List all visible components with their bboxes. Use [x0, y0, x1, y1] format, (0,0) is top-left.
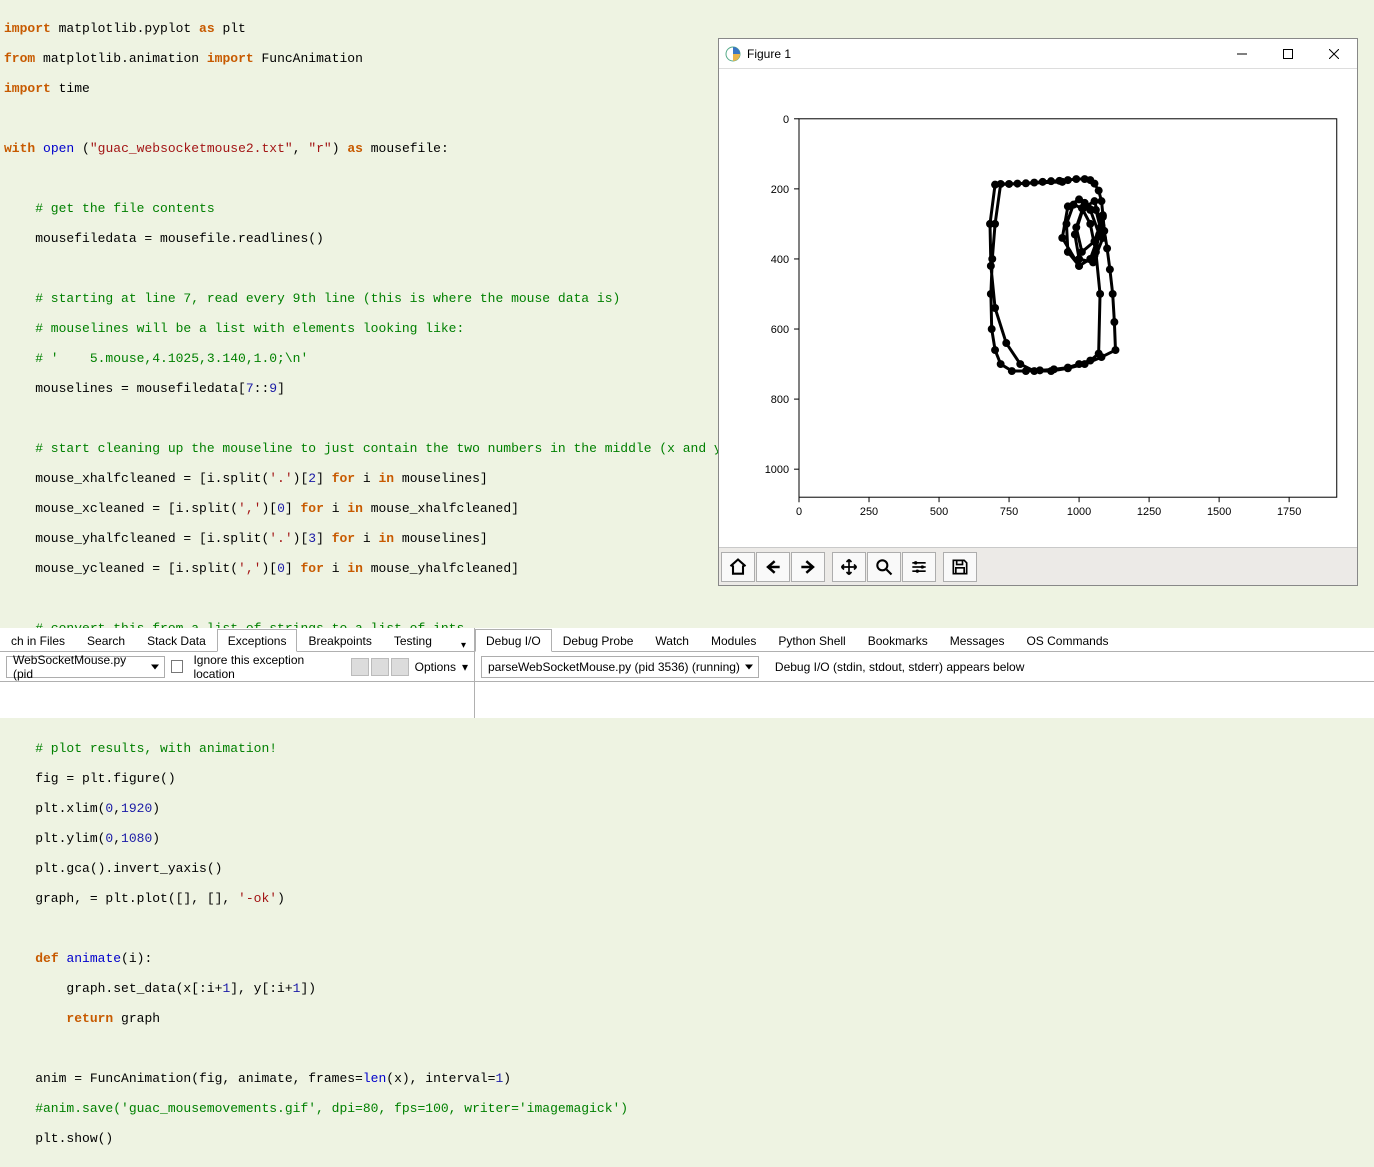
right-panel: Debug I/ODebug ProbeWatchModulesPython S…	[475, 628, 1374, 718]
exceptions-body[interactable]	[0, 682, 474, 718]
matplotlib-toolbar	[719, 547, 1357, 585]
traceback-nav-icons[interactable]	[351, 658, 409, 676]
tab-ch-in-files[interactable]: ch in Files	[0, 629, 76, 651]
figure-title: Figure 1	[747, 47, 791, 61]
figure-titlebar[interactable]: Figure 1	[719, 39, 1357, 69]
svg-text:1000: 1000	[1067, 506, 1091, 518]
left-panel: ch in FilesSearchStack DataExceptionsBre…	[0, 628, 475, 718]
chevron-down-icon[interactable]: ▾	[462, 660, 468, 674]
process-dropdown[interactable]: parseWebSocketMouse.py (pid 3536) (runni…	[481, 656, 759, 678]
exceptions-toolbar: WebSocketMouse.py (pid Ignore this excep…	[0, 652, 474, 682]
tab-watch[interactable]: Watch	[644, 629, 700, 651]
frame-icon[interactable]	[371, 658, 389, 676]
svg-text:400: 400	[771, 254, 789, 266]
maximize-button[interactable]	[1265, 39, 1311, 69]
tab-exceptions[interactable]: Exceptions	[217, 629, 298, 652]
svg-text:600: 600	[771, 324, 789, 336]
tab-python-shell[interactable]: Python Shell	[767, 629, 856, 651]
svg-text:500: 500	[930, 506, 948, 518]
figure-window[interactable]: Figure 1 0 250 500 750 1000 1250 1500 1750 0 200 4…	[718, 38, 1358, 586]
ignore-exception-checkbox[interactable]	[171, 660, 184, 673]
close-button[interactable]	[1311, 39, 1357, 69]
svg-text:1750: 1750	[1277, 506, 1301, 518]
svg-text:1500: 1500	[1207, 506, 1231, 518]
svg-text:200: 200	[771, 184, 789, 196]
svg-text:0: 0	[796, 506, 802, 518]
debugio-toolbar: parseWebSocketMouse.py (pid 3536) (runni…	[475, 652, 1374, 682]
process-dropdown[interactable]: WebSocketMouse.py (pid	[6, 656, 165, 678]
forward-button[interactable]	[791, 552, 825, 582]
ignore-exception-label: Ignore this exception location	[193, 653, 344, 681]
svg-text:800: 800	[771, 394, 789, 406]
back-button[interactable]	[756, 552, 790, 582]
tab-os-commands[interactable]: OS Commands	[1015, 629, 1119, 651]
tabs-overflow-icon[interactable]: ▾	[453, 640, 474, 651]
home-button[interactable]	[721, 552, 755, 582]
svg-text:250: 250	[860, 506, 878, 518]
tab-debug-i-o[interactable]: Debug I/O	[475, 629, 552, 652]
svg-text:1000: 1000	[765, 464, 789, 476]
zoom-button[interactable]	[867, 552, 901, 582]
tab-stack-data[interactable]: Stack Data	[136, 629, 217, 651]
tab-search[interactable]: Search	[76, 629, 136, 651]
frame-icon[interactable]	[351, 658, 369, 676]
plot-area[interactable]: 0 250 500 750 1000 1250 1500 1750 0 200 400 600 800 1…	[719, 69, 1357, 547]
tab-bookmarks[interactable]: Bookmarks	[857, 629, 939, 651]
tab-messages[interactable]: Messages	[939, 629, 1016, 651]
minimize-button[interactable]	[1219, 39, 1265, 69]
tab-breakpoints[interactable]: Breakpoints	[297, 629, 382, 651]
debugio-hint: Debug I/O (stdin, stdout, stderr) appear…	[775, 660, 1024, 674]
options-label[interactable]: Options	[415, 660, 456, 674]
tab-debug-probe[interactable]: Debug Probe	[552, 629, 645, 651]
pan-button[interactable]	[832, 552, 866, 582]
tab-modules[interactable]: Modules	[700, 629, 767, 651]
svg-text:750: 750	[1000, 506, 1018, 518]
bottom-area: ch in FilesSearchStack DataExceptionsBre…	[0, 628, 1374, 718]
save-button[interactable]	[943, 552, 977, 582]
configure-subplots-button[interactable]	[902, 552, 936, 582]
debugio-body[interactable]	[475, 682, 1374, 718]
left-tabs[interactable]: ch in FilesSearchStack DataExceptionsBre…	[0, 628, 474, 652]
matplotlib-icon	[725, 46, 741, 62]
svg-text:1250: 1250	[1137, 506, 1161, 518]
tab-testing[interactable]: Testing	[383, 629, 443, 651]
frame-icon[interactable]	[391, 658, 409, 676]
right-tabs[interactable]: Debug I/ODebug ProbeWatchModulesPython S…	[475, 628, 1374, 652]
svg-text:0: 0	[783, 114, 789, 126]
